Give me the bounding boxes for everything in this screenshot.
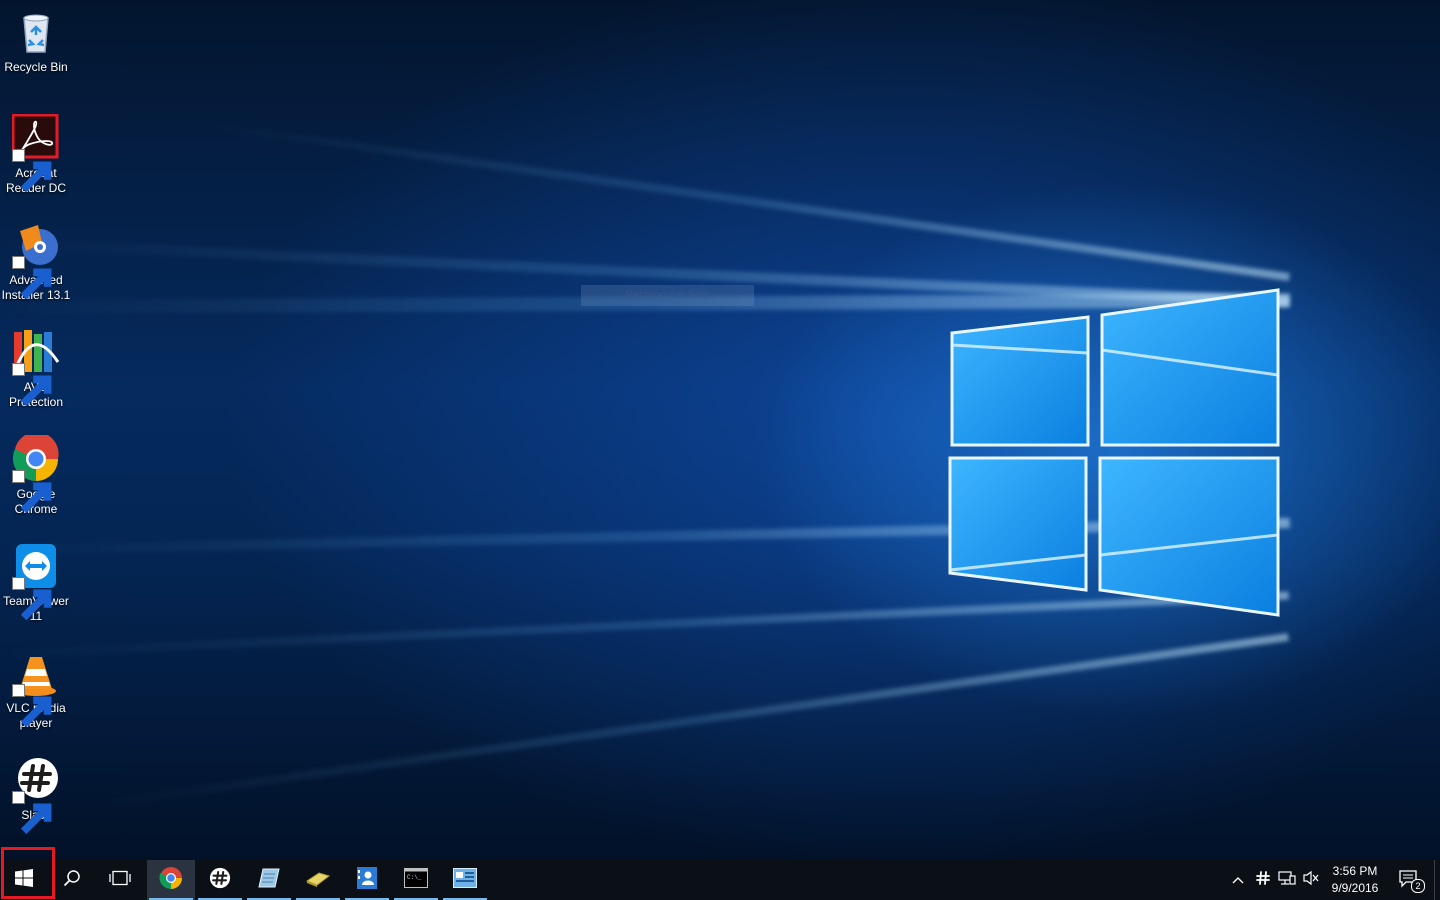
desktop-icon-label: Recycle Bin [4, 60, 68, 74]
notepad-icon [257, 867, 281, 894]
light-beam [99, 633, 1289, 808]
shortcut-arrow-icon [12, 791, 52, 835]
taskbar-app-slack[interactable] [196, 860, 244, 900]
notifications-icon: 2 [1399, 870, 1425, 893]
tray-slack-button[interactable] [1252, 860, 1274, 900]
search-button[interactable] [48, 860, 96, 900]
taskbar-app-notepad[interactable] [245, 860, 293, 900]
taskbar-app-command-prompt[interactable]: C:\_ [392, 860, 440, 900]
shortcut-arrow-icon [12, 577, 52, 621]
shortcut-arrow-icon [12, 363, 52, 407]
task-view-icon [109, 870, 131, 891]
desktop-icon-recycle-bin[interactable]: Recycle Bin [0, 8, 72, 75]
show-desktop-button[interactable] [1434, 860, 1440, 900]
action-center-button[interactable]: 2 [1392, 860, 1428, 900]
notification-count-badge: 2 [1411, 879, 1425, 893]
desktop-icon-acrobat-reader[interactable]: Acrobat Reader DC [0, 113, 72, 196]
desktop-icon-avg[interactable]: AVG Protection [0, 328, 72, 410]
network-button[interactable] [1276, 860, 1298, 900]
show-hidden-icons-button[interactable] [1228, 860, 1248, 900]
rectangular-snip-label: Rectangular Snip [581, 285, 754, 306]
eraser-icon [305, 869, 331, 892]
chrome-icon [159, 866, 183, 895]
chevron-up-icon [1232, 871, 1244, 889]
windows-logo-wallpaper [940, 285, 1285, 620]
taskbar-app-control-panel[interactable] [441, 860, 489, 900]
cmd-icon: C:\_ [404, 867, 428, 893]
desktop-icon-advanced-installer[interactable]: Advanced Installer 13.1 [0, 221, 72, 303]
control-panel-icon [453, 867, 477, 893]
desktop-icon-teamviewer[interactable]: TeamViewer 11 [0, 542, 72, 624]
taskbar-app-chrome[interactable] [147, 860, 195, 900]
volume-button[interactable] [1300, 860, 1322, 900]
volume-muted-icon [1302, 870, 1320, 891]
desktop-icon-vlc[interactable]: VLC media player [0, 649, 72, 731]
recycle-bin-icon [12, 14, 60, 59]
shortcut-arrow-icon [12, 256, 52, 300]
desktop[interactable]: Rectangular Snip Recycle Bin Acrobat Rea… [0, 0, 1440, 860]
clock[interactable]: 3:56 PM 9/9/2016 [1322, 863, 1388, 897]
taskbar-app-eraser[interactable] [294, 860, 342, 900]
search-icon [63, 869, 81, 892]
clock-date: 9/9/2016 [1331, 881, 1379, 895]
task-view-button[interactable] [96, 860, 144, 900]
shortcut-arrow-icon [12, 470, 52, 514]
contacts-icon [356, 866, 378, 895]
taskbar: C:\_ 3:56 PM 9/9/2016 2 [0, 860, 1440, 900]
svg-text:C:\_: C:\_ [407, 874, 422, 881]
taskbar-app-contacts[interactable] [343, 860, 391, 900]
shortcut-arrow-icon [12, 149, 52, 193]
shortcut-arrow-icon [12, 684, 52, 728]
slack-icon [209, 867, 231, 894]
network-icon [1278, 870, 1296, 891]
clock-time: 3:56 PM [1332, 864, 1378, 878]
desktop-icon-google-chrome[interactable]: Google Chrome [0, 431, 72, 517]
start-button-highlight [1, 847, 55, 899]
desktop-icon-slack[interactable]: Slack [0, 756, 72, 835]
slack-tray-icon [1255, 870, 1271, 891]
